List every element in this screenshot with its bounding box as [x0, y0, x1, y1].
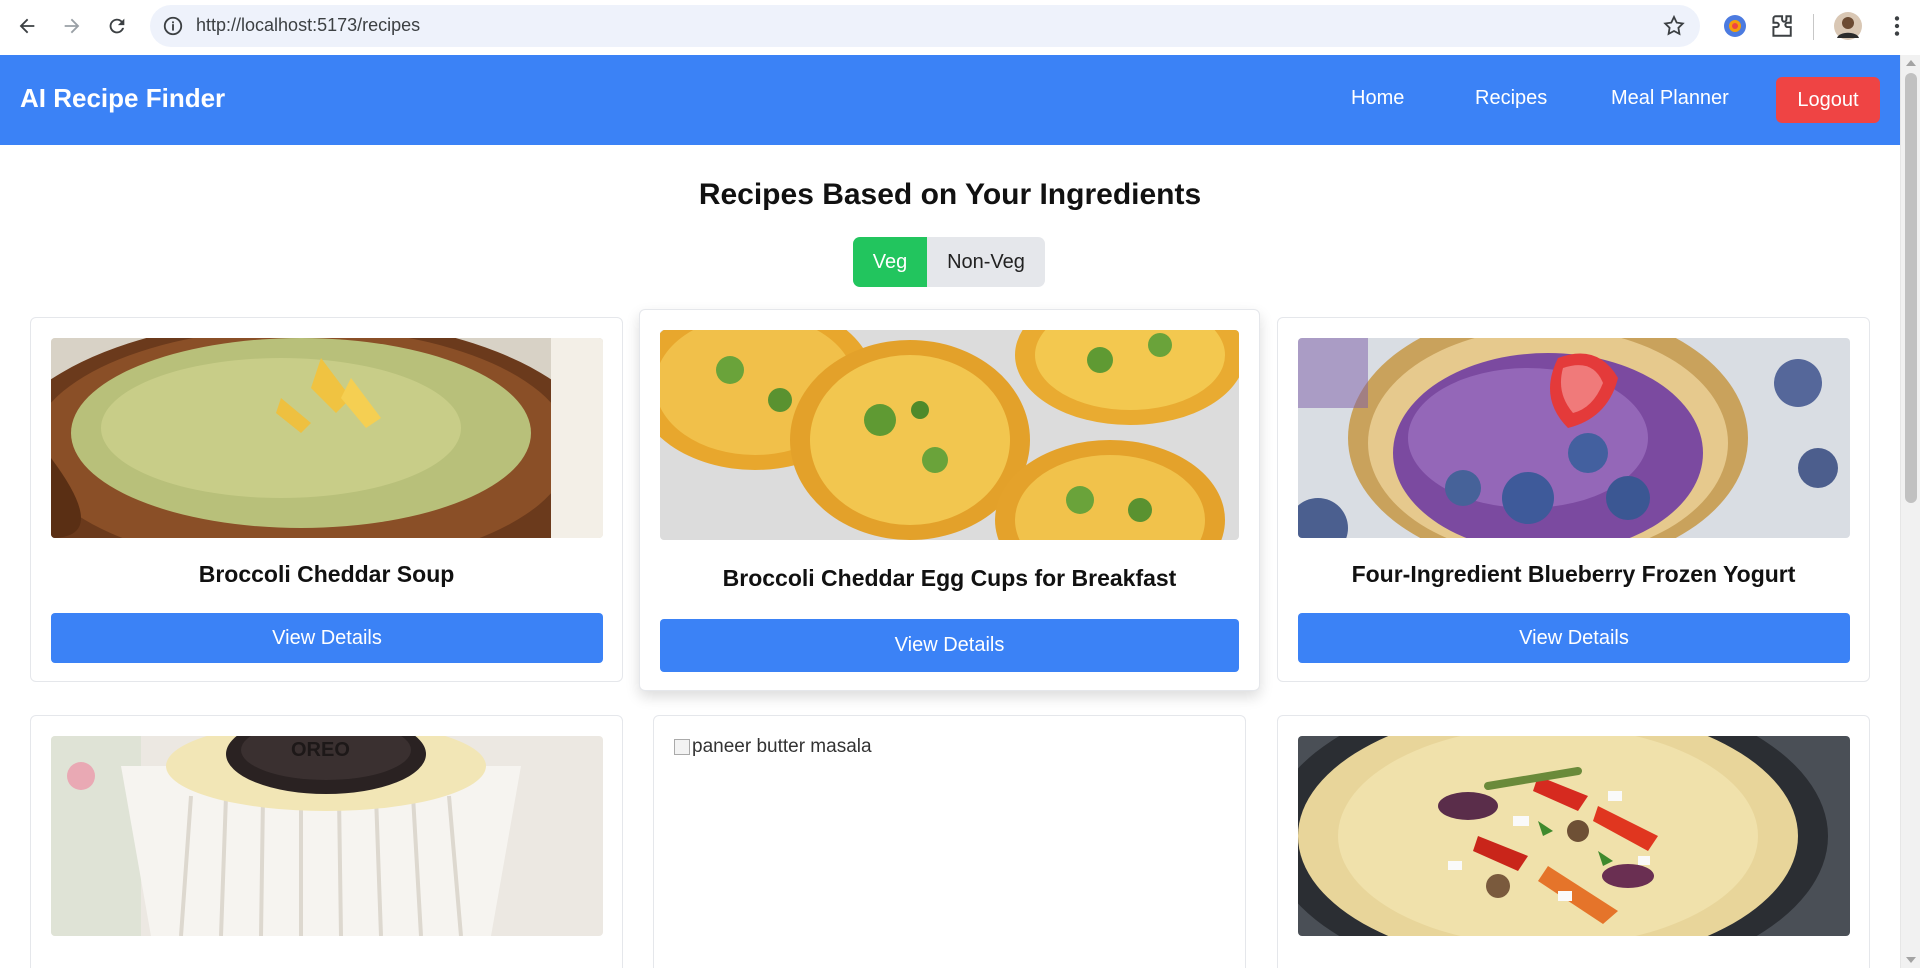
logout-button[interactable]: Logout [1776, 77, 1880, 123]
veg-filter-toggle: Veg Non-Veg [853, 237, 1045, 287]
recipe-image-frittata [1298, 736, 1850, 936]
recipe-card: Broccoli Cheddar Soup View Details [30, 317, 623, 682]
page-title: Recipes Based on Your Ingredients [698, 178, 1202, 211]
recipe-image-broccoli-cheddar-soup [51, 338, 603, 538]
recipe-image-blueberry-frozen-yogurt [1298, 338, 1850, 538]
recipe-card: Four-Ingredient Blueberry Frozen Yogurt … [1277, 317, 1870, 682]
url-text[interactable]: http://localhost:5173/recipes [196, 15, 420, 36]
nav-recipes[interactable]: Recipes [1475, 87, 1547, 110]
browser-toolbar: http://localhost:5173/recipes [0, 0, 1920, 55]
nav-home[interactable]: Home [1351, 87, 1404, 110]
reload-icon [109, 18, 125, 34]
recipe-image-broken: paneer butter masala [674, 736, 872, 758]
recipe-title: Four-Ingredient Blueberry Frozen Yogurt [1351, 561, 1796, 587]
view-details-button[interactable]: View Details [660, 619, 1239, 672]
filter-non-veg[interactable]: Non-Veg [927, 237, 1045, 287]
back-button[interactable] [9, 8, 45, 44]
kebab-menu-icon[interactable] [1884, 13, 1910, 39]
image-alt-text: paneer butter masala [692, 736, 872, 757]
puzzle-icon[interactable] [1768, 13, 1794, 39]
back-icon [19, 18, 35, 34]
broken-image-icon [674, 739, 690, 755]
bookmark-star-icon[interactable] [1662, 14, 1686, 38]
view-details-button[interactable]: View Details [51, 613, 603, 663]
toolbar-divider [1813, 14, 1814, 40]
recipe-card: OREO [30, 715, 623, 968]
address-bar[interactable]: http://localhost:5173/recipes [150, 5, 1700, 47]
recipe-title: Broccoli Cheddar Soup [198, 561, 455, 587]
reload-button[interactable] [99, 8, 135, 44]
recipe-title: Broccoli Cheddar Egg Cups for Breakfast [722, 565, 1177, 591]
profile-avatar[interactable] [1834, 12, 1862, 40]
scroll-up-arrow[interactable] [1906, 60, 1916, 66]
scroll-thumb[interactable] [1905, 73, 1917, 503]
page-viewport: AI Recipe Finder Home Recipes Meal Plann… [0, 55, 1900, 968]
view-details-button[interactable]: View Details [1298, 613, 1850, 663]
recipe-image-oreo-cheesecake: OREO [51, 736, 603, 936]
nav-meal-planner[interactable]: Meal Planner [1611, 87, 1729, 110]
brand-logo[interactable]: AI Recipe Finder [20, 83, 225, 114]
forward-button[interactable] [54, 8, 90, 44]
recipe-card: paneer butter masala [653, 715, 1246, 968]
scroll-down-arrow[interactable] [1906, 957, 1916, 963]
filter-veg[interactable]: Veg [853, 237, 927, 287]
recipe-card: Broccoli Cheddar Egg Cups for Breakfast … [639, 309, 1260, 691]
extension-icon[interactable] [1722, 13, 1748, 39]
app-header: AI Recipe Finder Home Recipes Meal Plann… [0, 55, 1900, 145]
svg-text:OREO: OREO [291, 739, 350, 761]
forward-icon [64, 18, 80, 34]
page-scrollbar[interactable] [1900, 55, 1920, 968]
site-info-icon[interactable] [162, 15, 184, 37]
recipe-card [1277, 715, 1870, 968]
recipe-image-egg-cups [660, 330, 1239, 540]
